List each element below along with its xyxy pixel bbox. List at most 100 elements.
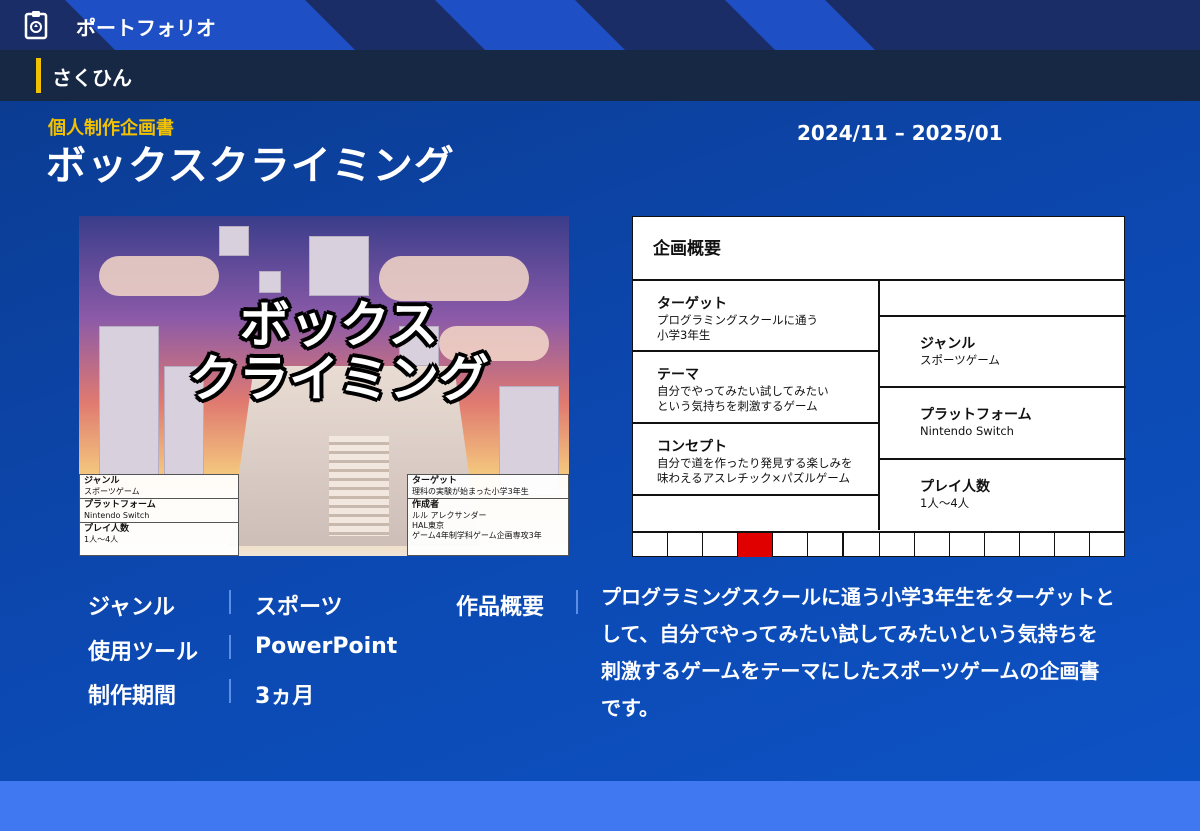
grid-cell: [1090, 533, 1124, 557]
decorative-stripe: [575, 0, 775, 50]
grid-cell-highlight: [738, 533, 774, 557]
meta-separator: [229, 679, 231, 703]
section-bar: さくひん: [0, 50, 1200, 101]
summary-label: 作品概要: [456, 595, 545, 620]
overview-cell-line: 味わえるアスレチック×パズルゲーム: [657, 471, 850, 485]
cover-info-value: ルル アレクサンダー: [412, 511, 487, 520]
grid-cell: [633, 533, 669, 557]
overview-cell-line: プログラミングスクールに通う: [657, 313, 818, 327]
overview-cell-label: プラットフォーム: [920, 407, 1032, 423]
top-bar: ポートフォリオ: [0, 0, 1200, 50]
overview-cell-value: スポーツゲーム: [920, 353, 1000, 367]
grid-cell: [985, 533, 1020, 557]
overview-cell-label: ジャンル: [920, 336, 976, 352]
cover-info-value: HAL東京: [412, 521, 444, 530]
project-title: ボックスクライミング: [46, 143, 455, 189]
overview-cell-value: 自分でやってみたい試してみたい という気持ちを刺激するゲーム: [657, 384, 829, 414]
overview-table: 企画概要 ターゲット プログラミングスクールに通う 小学3年生 テーマ 自分でや…: [632, 216, 1126, 557]
overview-grid-row: [633, 531, 1124, 557]
overview-cell-value: 1人〜4人: [920, 496, 970, 510]
decorative-stripe: [825, 0, 1200, 50]
block: [259, 271, 281, 293]
cover-image: ボックス クライミング ジャンル スポーツゲーム プラットフォーム Ninten…: [79, 216, 569, 556]
grid-cell: [807, 533, 845, 557]
overview-cell-players: プレイ人数 1人〜4人: [880, 460, 1126, 530]
meta-separator: [229, 635, 231, 659]
cover-info-value: 理科の実験が始まった小学3年生: [412, 487, 529, 496]
overview-cell-label: テーマ: [657, 367, 699, 383]
project-period: 2024/11 – 2025/01: [797, 121, 1003, 145]
section-label: さくひん: [52, 66, 132, 90]
overview-cell-label: コンセプト: [657, 439, 727, 455]
cloud: [379, 256, 529, 301]
clipboard-logo-icon: [24, 11, 48, 40]
cover-info-label: 作成者: [412, 500, 440, 510]
cover-info-value: スポーツゲーム: [84, 487, 140, 496]
main-content: 個人制作企画書 ボックスクライミング 2024/11 – 2025/01 ボック…: [0, 101, 1200, 781]
meta-separator: [229, 590, 231, 614]
block: [99, 326, 159, 476]
overview-title: 企画概要: [653, 239, 721, 259]
cover-info-cell: プラットフォーム Nintendo Switch: [80, 499, 238, 523]
cover-logo: ボックス クライミング: [189, 298, 489, 406]
grid-cell: [773, 533, 807, 557]
block: [309, 236, 369, 296]
summary-line: して、自分でやってみたい試してみたいという気持ちを: [601, 622, 1098, 646]
grid-cell: [844, 533, 880, 557]
overview-header: 企画概要: [633, 217, 1124, 281]
grid-cell: [1020, 533, 1055, 557]
meta-separator: [576, 590, 578, 614]
overview-cell-theme: テーマ 自分でやってみたい試してみたい という気持ちを刺激するゲーム: [633, 352, 878, 424]
grid-cell: [703, 533, 739, 557]
overview-cell-line: 自分でやってみたい試してみたい: [657, 384, 829, 398]
summary-text: プログラミングスクールに通う小学3年生をターゲットと して、自分でやってみたい試…: [601, 579, 1181, 727]
overview-cell-platform: プラットフォーム Nintendo Switch: [880, 388, 1126, 460]
overview-cell-line: という気持ちを刺激するゲーム: [657, 399, 818, 413]
grid-cell: [880, 533, 915, 557]
overview-cell-label: ターゲット: [657, 296, 727, 312]
cover-info-cell: ターゲット 理科の実験が始まった小学3年生: [408, 475, 568, 499]
cover-info-cell: 作成者 ルル アレクサンダー HAL東京 ゲーム4年制学科ゲーム企画専攻3年: [408, 499, 568, 542]
grid-cell: [950, 533, 985, 557]
cover-info-value: Nintendo Switch: [84, 511, 150, 520]
meta-label-genre: ジャンル: [88, 595, 175, 620]
cloud: [99, 256, 219, 296]
overview-cell-empty: [880, 281, 1126, 317]
overview-cell-line: 小学3年生: [657, 328, 711, 342]
footer-bar: [0, 781, 1200, 831]
block: [219, 226, 249, 256]
grid-cell: [915, 533, 950, 557]
cover-info-label: ジャンル: [84, 476, 120, 486]
cover-info-label: プラットフォーム: [84, 500, 156, 510]
overview-cell-target: ターゲット プログラミングスクールに通う 小学3年生: [633, 281, 878, 352]
overview-cell-concept: コンセプト 自分で道を作ったり発見する楽しみを 味わえるアスレチック×パズルゲー…: [633, 424, 878, 496]
cover-info-left: ジャンル スポーツゲーム プラットフォーム Nintendo Switch プレ…: [79, 474, 239, 556]
section-accent: [36, 58, 41, 93]
meta-label-period: 制作期間: [88, 684, 177, 709]
meta-value-period: 3ヵ月: [255, 684, 315, 709]
grid-cell: [668, 533, 704, 557]
summary-line: 刺激するゲームをテーマにしたスポーツゲームの企画書: [601, 659, 1100, 683]
meta-value-genre: スポーツ: [255, 595, 343, 620]
summary-line: プログラミングスクールに通う小学3年生をターゲットと: [601, 585, 1115, 609]
cover-info-right: ターゲット 理科の実験が始まった小学3年生 作成者 ルル アレクサンダー HAL…: [407, 474, 569, 556]
cover-info-cell: プレイ人数 1人〜4人: [80, 523, 238, 546]
overview-cell-value: プログラミングスクールに通う 小学3年生: [657, 313, 818, 343]
cover-info-value: ゲーム4年制学科ゲーム企画専攻3年: [412, 531, 542, 540]
app-title: ポートフォリオ: [76, 16, 216, 40]
overview-cell-line: 自分で道を作ったり発見する楽しみを: [657, 456, 853, 470]
cover-info-label: ターゲット: [412, 476, 458, 486]
cover-logo-line2: クライミング: [189, 350, 489, 408]
decorative-stripe: [305, 0, 485, 50]
overview-cell-value: 自分で道を作ったり発見する楽しみを 味わえるアスレチック×パズルゲーム: [657, 456, 853, 486]
meta-label-tool: 使用ツール: [88, 640, 199, 665]
summary-line: です。: [601, 696, 659, 720]
overview-cell-genre: ジャンル スポーツゲーム: [880, 317, 1126, 388]
grid-cell: [1055, 533, 1091, 557]
overview-cell-label: プレイ人数: [920, 479, 990, 495]
stairs: [329, 436, 389, 536]
cover-logo-line1: ボックス: [239, 296, 439, 354]
overview-cell-value: Nintendo Switch: [920, 424, 1014, 438]
cover-info-label: プレイ人数: [84, 524, 130, 534]
cover-info-cell: ジャンル スポーツゲーム: [80, 475, 238, 499]
